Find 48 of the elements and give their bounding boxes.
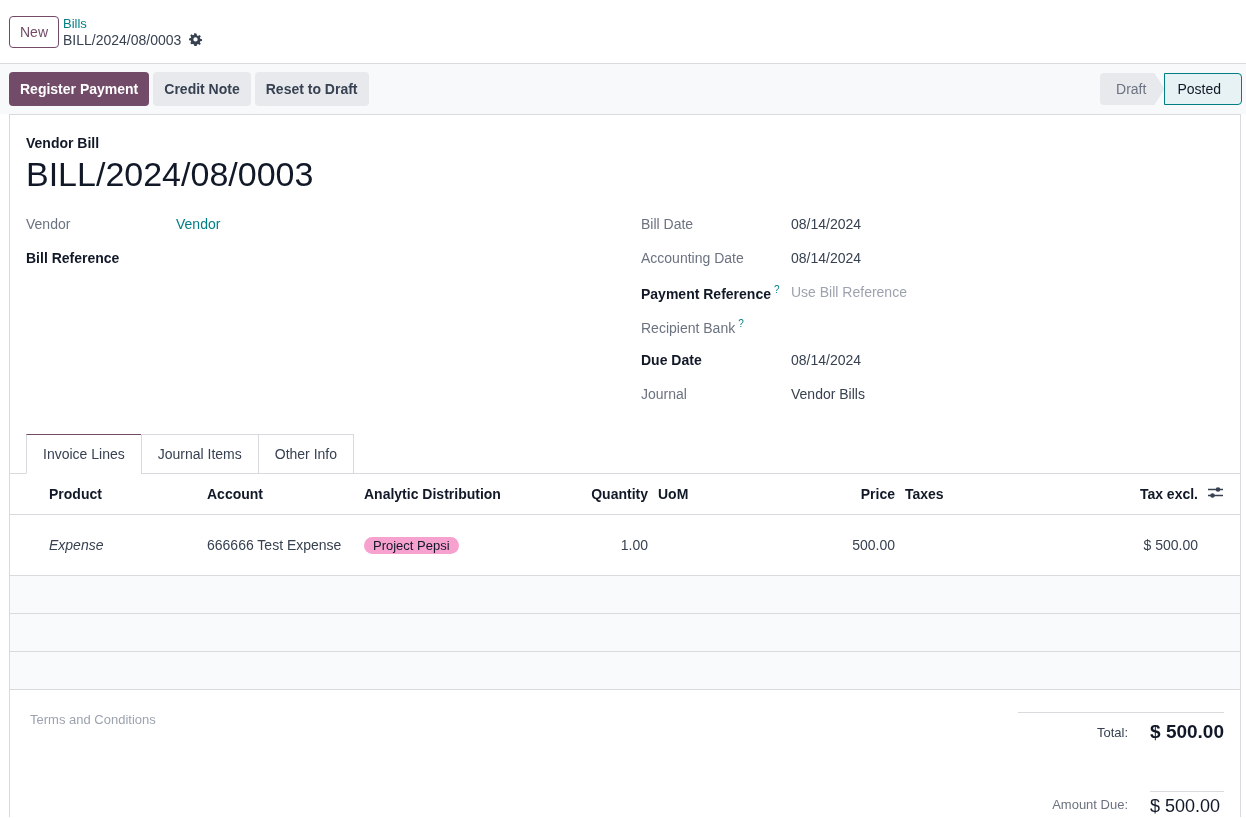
total-amount: $ 500.00 bbox=[1150, 791, 1224, 817]
action-button[interactable]: Reset to Draft bbox=[254, 72, 369, 106]
field-value: 08/14/2024 bbox=[791, 249, 862, 266]
help-tooltip[interactable]: ? bbox=[738, 318, 744, 329]
new-button[interactable]: New bbox=[9, 15, 59, 48]
table-cell: 1.00 bbox=[620, 537, 648, 553]
total-label: Total: bbox=[1095, 724, 1129, 740]
field-value: 08/14/2024 bbox=[791, 351, 862, 368]
status-stage[interactable]: Draft bbox=[1100, 73, 1165, 105]
field-value: Vendor Bills bbox=[791, 385, 865, 402]
sliders-icon[interactable] bbox=[1208, 486, 1223, 499]
gear-icon[interactable] bbox=[189, 33, 203, 46]
field-label: Vendor bbox=[26, 215, 72, 232]
tab[interactable]: Other Info bbox=[257, 434, 355, 474]
status-stage[interactable]: Posted bbox=[1164, 73, 1242, 105]
table-cell: Expense bbox=[49, 537, 104, 553]
column-header[interactable]: Product bbox=[44, 473, 202, 515]
column-header[interactable]: Account bbox=[202, 473, 359, 515]
field-label: Due Date bbox=[641, 351, 703, 368]
tab[interactable]: Journal Items bbox=[140, 434, 259, 474]
help-tooltip[interactable]: ? bbox=[773, 284, 780, 295]
total-amount: $ 500.00 bbox=[1150, 721, 1224, 743]
column-header[interactable]: Price bbox=[750, 473, 900, 515]
column-header[interactable]: Quantity bbox=[560, 473, 653, 515]
field-label: Bill Date bbox=[641, 215, 695, 232]
action-button[interactable]: Register Payment bbox=[9, 72, 150, 106]
table-cell: 500.00 bbox=[852, 537, 895, 553]
breadcrumb-link[interactable]: Bills bbox=[63, 15, 87, 32]
field-value: 08/14/2024 bbox=[791, 215, 862, 232]
total-label: Amount Due: bbox=[1051, 796, 1129, 812]
table-cell: 666666 Test Expense bbox=[207, 537, 342, 553]
action-button[interactable]: Credit Note bbox=[153, 72, 251, 106]
bill-number: BILL/2024/08/0003 bbox=[26, 155, 315, 194]
breadcrumb-current: BILL/2024/08/0003 bbox=[63, 31, 182, 48]
tab[interactable]: Invoice Lines bbox=[26, 434, 142, 474]
field-label: Journal bbox=[641, 385, 688, 402]
column-header[interactable]: Taxes bbox=[900, 473, 1000, 515]
field-label: Bill Reference bbox=[26, 249, 121, 266]
table-cell: $ 500.00 bbox=[1143, 537, 1198, 553]
column-header[interactable]: Analytic Distribution bbox=[359, 473, 560, 515]
analytic-tag[interactable]: Project Pepsi bbox=[364, 536, 459, 554]
field-link[interactable]: Vendor bbox=[176, 214, 221, 232]
column-header[interactable]: UoM bbox=[653, 473, 750, 515]
document-type: Vendor Bill bbox=[26, 135, 101, 151]
field-label: Accounting Date bbox=[641, 249, 745, 266]
field-label: Payment Reference $^{?}$ bbox=[641, 283, 781, 302]
field-label: Recipient Bank $^{?}$ bbox=[641, 317, 745, 336]
column-header[interactable]: Tax excl. bbox=[1000, 473, 1203, 515]
